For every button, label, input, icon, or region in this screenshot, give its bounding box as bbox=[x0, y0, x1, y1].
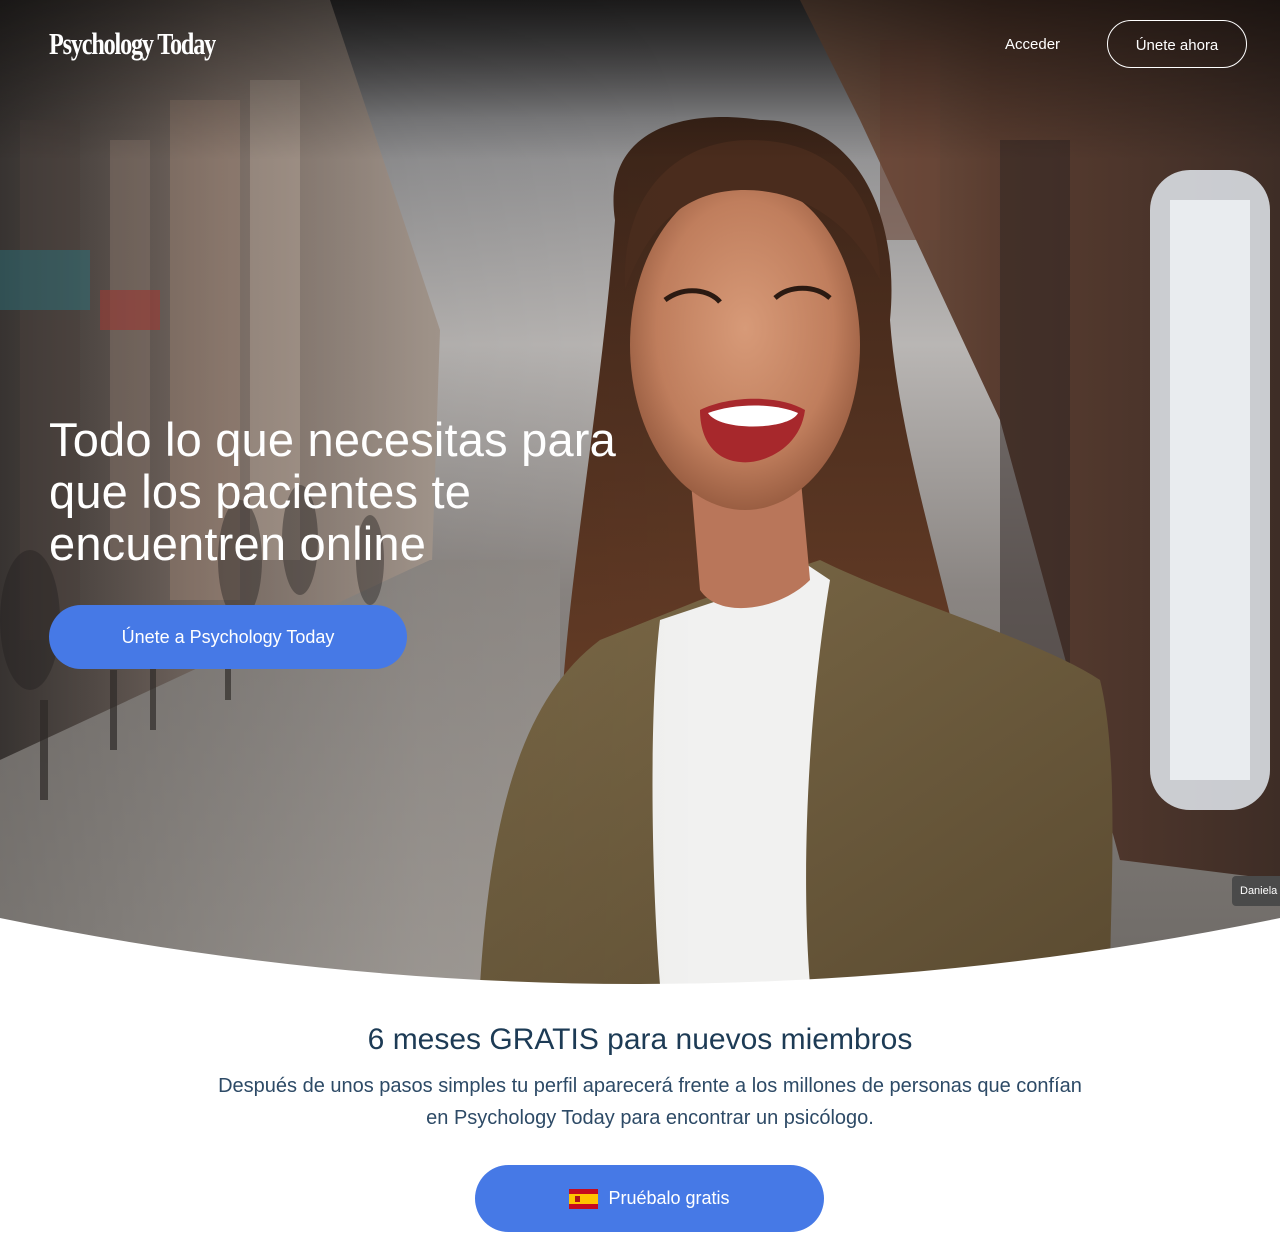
login-link[interactable]: Acceder bbox=[1005, 36, 1060, 53]
join-psychology-today-button[interactable]: Únete a Psychology Today bbox=[49, 605, 407, 669]
promo-description: Después de unos pasos simples tu perfil … bbox=[218, 1075, 1082, 1129]
top-navigation: Psychology Today Acceder Únete ahora bbox=[0, 0, 1280, 90]
hero-title: Todo lo que necesitas para que los pacie… bbox=[49, 413, 616, 570]
photo-credit-tag[interactable]: Daniela bbox=[1232, 876, 1280, 906]
join-now-button[interactable]: Únete ahora bbox=[1107, 20, 1247, 68]
promo-title: 6 meses GRATIS para nuevos miembros bbox=[367, 1023, 913, 1056]
hero-section: Psychology Today Acceder Únete ahora Tod… bbox=[0, 0, 1280, 985]
spain-flag-icon bbox=[569, 1188, 599, 1209]
psychology-today-logo[interactable]: Psychology Today bbox=[49, 26, 216, 62]
try-free-button[interactable]: Pruébalo gratis bbox=[475, 1165, 824, 1232]
try-free-label: Pruébalo gratis bbox=[608, 1188, 730, 1208]
